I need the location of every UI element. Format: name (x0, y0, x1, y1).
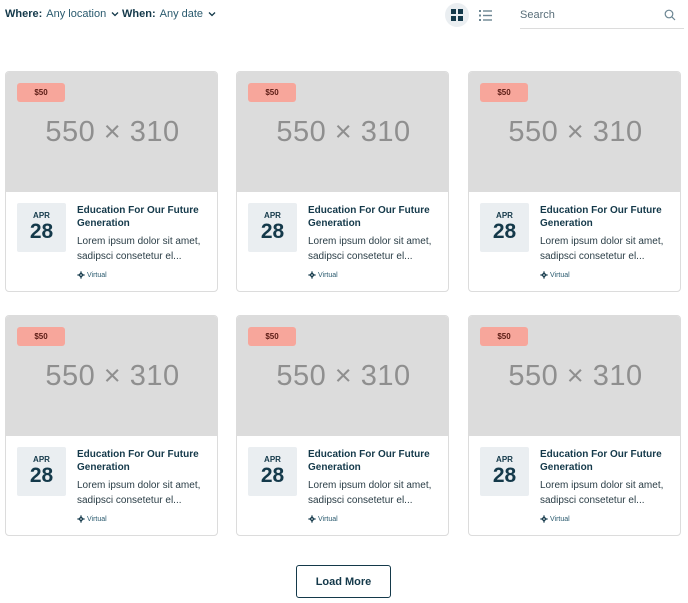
event-title-link[interactable]: Education For Our Future Generation (308, 448, 438, 474)
event-location-label: Virtual (87, 515, 107, 523)
event-excerpt: Lorem ipsum dolor sit amet, sadipsci con… (77, 236, 201, 262)
gear-icon (540, 515, 548, 523)
price-badge: $50 (17, 327, 65, 346)
event-date-box: APR 28 (480, 447, 529, 496)
event-day: 28 (29, 220, 54, 243)
event-excerpt: Lorem ipsum dolor sit amet, sadipsci con… (308, 480, 432, 506)
price-badge: $50 (248, 83, 296, 102)
gear-icon (77, 515, 85, 523)
event-date-box: APR 28 (248, 203, 297, 252)
event-location: Virtual (77, 515, 107, 523)
image-placeholder-text: 550 × 310 (276, 115, 411, 148)
event-location: Virtual (308, 271, 338, 279)
where-filter-label: Where: (5, 8, 43, 20)
event-title-link[interactable]: Education For Our Future Generation (77, 204, 207, 230)
when-filter-value: Any date (159, 8, 204, 20)
event-date-box: APR 28 (17, 447, 66, 496)
event-title-link[interactable]: Education For Our Future Generation (540, 448, 670, 474)
load-more-button[interactable]: Load More (296, 565, 391, 598)
event-location: Virtual (540, 271, 570, 279)
chevron-down-icon (208, 12, 216, 17)
event-location-label: Virtual (550, 271, 570, 279)
event-location-label: Virtual (318, 271, 338, 279)
event-card[interactable]: 550 × 310 $50 APR 28 Education For Our Futur… (468, 71, 681, 292)
where-filter-dropdown[interactable]: Where: Any location (5, 8, 120, 20)
image-placeholder-text: 550 × 310 (508, 359, 643, 392)
event-location: Virtual (308, 515, 338, 523)
image-placeholder-text: 550 × 310 (508, 115, 643, 148)
filter-toolbar: Where: Any location When: Any date (0, 0, 688, 30)
event-excerpt: Lorem ipsum dolor sit amet, sadipsci con… (540, 480, 664, 506)
event-card[interactable]: 550 × 310 $50 APR 28 Education For Our Futur… (5, 71, 218, 292)
event-location-label: Virtual (87, 271, 107, 279)
event-location-label: Virtual (550, 515, 570, 523)
event-day: 28 (260, 220, 285, 243)
event-location: Virtual (540, 515, 570, 523)
event-day: 28 (492, 220, 517, 243)
event-card[interactable]: 550 × 310 $50 APR 28 Education For Our Futur… (468, 315, 681, 536)
price-badge: $50 (480, 83, 528, 102)
list-view-icon (478, 9, 492, 21)
search-input[interactable] (520, 4, 650, 26)
event-title-link[interactable]: Education For Our Future Generation (540, 204, 670, 230)
event-title-link[interactable]: Education For Our Future Generation (308, 204, 438, 230)
event-card[interactable]: 550 × 310 $50 APR 28 Education For Our Futur… (5, 315, 218, 536)
event-day: 28 (260, 464, 285, 487)
grid-view-button[interactable] (445, 3, 469, 27)
event-location: Virtual (77, 271, 107, 279)
image-placeholder-text: 550 × 310 (45, 359, 180, 392)
list-view-button[interactable] (473, 3, 497, 27)
gear-icon (540, 271, 548, 279)
event-title-link[interactable]: Education For Our Future Generation (77, 448, 207, 474)
price-badge: $50 (248, 327, 296, 346)
search-icon[interactable] (664, 9, 676, 21)
event-card[interactable]: 550 × 310 $50 APR 28 Education For Our Futur… (236, 71, 449, 292)
price-badge: $50 (17, 83, 65, 102)
search-box (520, 4, 684, 29)
event-excerpt: Lorem ipsum dolor sit amet, sadipsci con… (540, 236, 664, 262)
price-badge: $50 (480, 327, 528, 346)
where-filter-value: Any location (46, 8, 107, 20)
event-card[interactable]: 550 × 310 $50 APR 28 Education For Our Futur… (236, 315, 449, 536)
when-filter-label: When: (122, 8, 156, 20)
event-date-box: APR 28 (17, 203, 66, 252)
event-day: 28 (492, 464, 517, 487)
event-excerpt: Lorem ipsum dolor sit amet, sadipsci con… (308, 236, 432, 262)
when-filter-dropdown[interactable]: When: Any date (122, 8, 217, 20)
image-placeholder-text: 550 × 310 (276, 359, 411, 392)
event-day: 28 (29, 464, 54, 487)
event-date-box: APR 28 (248, 447, 297, 496)
event-location-label: Virtual (318, 515, 338, 523)
gear-icon (308, 515, 316, 523)
gear-icon (308, 271, 316, 279)
grid-view-icon (451, 9, 463, 21)
event-excerpt: Lorem ipsum dolor sit amet, sadipsci con… (77, 480, 201, 506)
event-date-box: APR 28 (480, 203, 529, 252)
gear-icon (77, 271, 85, 279)
image-placeholder-text: 550 × 310 (45, 115, 180, 148)
chevron-down-icon (111, 12, 119, 17)
